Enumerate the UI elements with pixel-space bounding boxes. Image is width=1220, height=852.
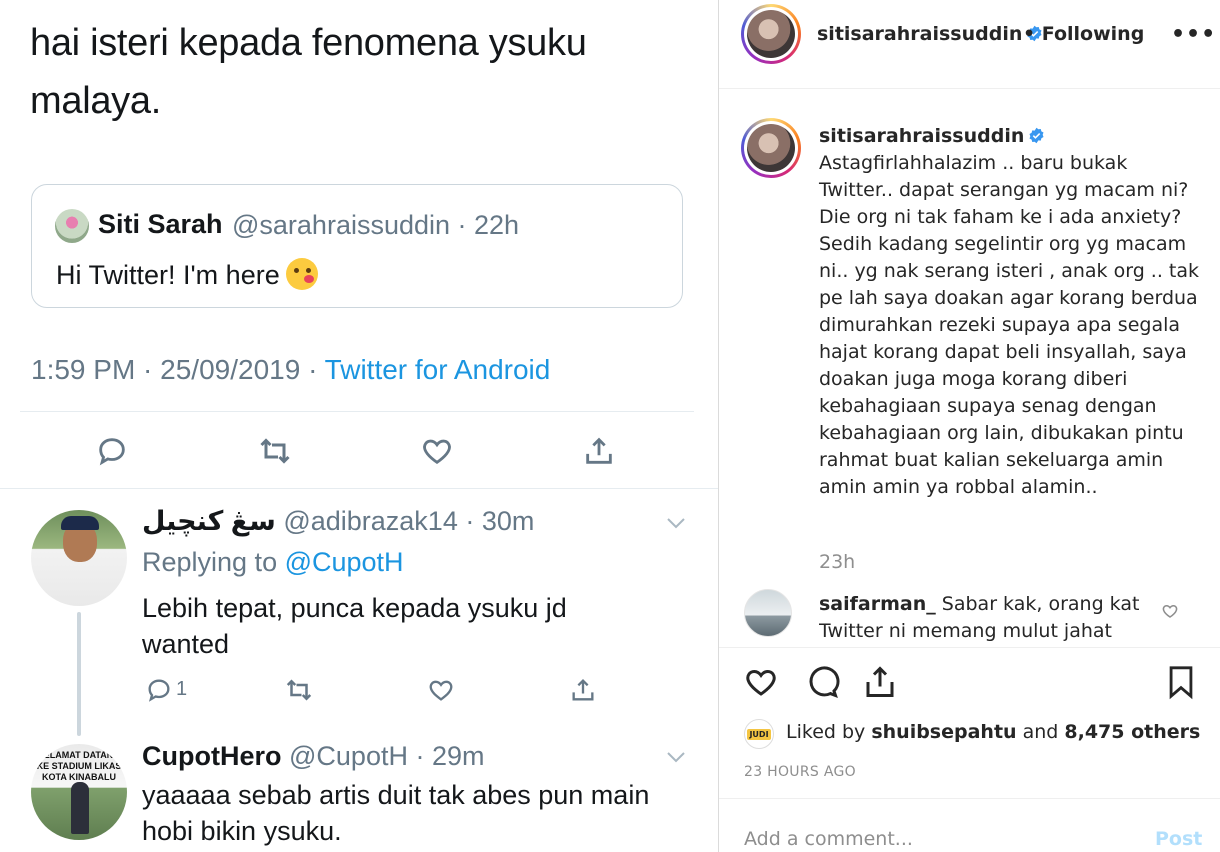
replying-to: Replying to @CupotH bbox=[142, 547, 404, 578]
avatar[interactable]: JUDI bbox=[744, 719, 774, 749]
quoted-avatar[interactable] bbox=[55, 209, 89, 243]
username-text[interactable]: sitisarahraissuddin bbox=[819, 125, 1024, 147]
post-timestamp: 23 HOURS AGO bbox=[744, 764, 856, 780]
divider bbox=[719, 88, 1220, 89]
share-icon bbox=[572, 679, 594, 701]
post-age[interactable]: 23h bbox=[819, 551, 855, 573]
reply-text: Lebih tepat, punca kepada ysuku jd wante… bbox=[142, 590, 692, 662]
avatar-sign-text: SELAMAT DATANG KE STADIUM LIKAS KOTA KIN… bbox=[36, 750, 122, 782]
like-button[interactable] bbox=[741, 662, 781, 702]
tweet-source-link[interactable]: Twitter for Android bbox=[325, 354, 551, 385]
avatar[interactable] bbox=[741, 4, 801, 64]
heart-icon bbox=[746, 669, 776, 696]
reply-button[interactable] bbox=[141, 672, 177, 708]
caption-text: Astagfirlahhalazim .. baru bukak Twitter… bbox=[819, 152, 1200, 498]
heart-icon bbox=[1162, 604, 1178, 618]
header-username[interactable]: sitisarahraissuddin bbox=[817, 23, 1043, 45]
reply-author-name[interactable]: CupotHero bbox=[142, 741, 281, 771]
instagram-panel: sitisarahraissuddin • Following ••• siti… bbox=[718, 0, 1220, 852]
reply-icon bbox=[148, 679, 170, 702]
reply-header: CupotHero @CupotH · 29m bbox=[142, 741, 484, 772]
reply-action-bar: 1 bbox=[0, 672, 718, 708]
comment-button[interactable] bbox=[802, 662, 842, 702]
like-icon bbox=[429, 680, 453, 701]
avatar[interactable] bbox=[741, 118, 801, 178]
retweet-icon bbox=[286, 679, 312, 701]
reply-button[interactable] bbox=[92, 431, 132, 471]
likes-count-link[interactable]: 8,475 others bbox=[1064, 721, 1200, 743]
share-icon bbox=[586, 437, 612, 464]
liked-avatar-label: JUDI bbox=[747, 728, 771, 740]
retweet-button[interactable] bbox=[281, 672, 317, 708]
comment: saifarman_ Sabar kak, orang kat Twitter … bbox=[819, 591, 1149, 645]
more-options-button[interactable] bbox=[664, 515, 688, 531]
avatar[interactable] bbox=[744, 589, 792, 637]
reply-author-name[interactable]: سڠ كنچيل bbox=[142, 506, 276, 536]
send-icon bbox=[866, 666, 894, 697]
reply-text-line: hobi bikin ysuku. bbox=[142, 816, 342, 846]
likes-middle: and bbox=[1016, 721, 1065, 743]
more-options-button[interactable]: ••• bbox=[1171, 22, 1216, 47]
comment-input[interactable]: Add a comment... bbox=[744, 828, 913, 850]
quoted-text-content: Hi Twitter! I'm here bbox=[56, 260, 280, 290]
caption-username[interactable]: sitisarahraissuddin bbox=[819, 125, 1045, 147]
share-button[interactable] bbox=[860, 662, 900, 702]
like-button[interactable] bbox=[423, 672, 459, 708]
comment-username[interactable]: saifarman_ bbox=[819, 593, 936, 615]
mention-link[interactable]: @CupotH bbox=[285, 547, 404, 577]
quoted-tweet-card[interactable]: Siti Sarah @sarahraissuddin · 22h Hi Twi… bbox=[31, 184, 683, 308]
reply-count: 1 bbox=[176, 678, 188, 700]
divider bbox=[20, 411, 694, 412]
share-button[interactable] bbox=[565, 672, 601, 708]
avatar-cap bbox=[61, 516, 99, 530]
avatar[interactable] bbox=[31, 510, 127, 606]
liker-username[interactable]: shuibsepahtu bbox=[871, 721, 1016, 743]
like-button[interactable] bbox=[417, 431, 457, 471]
share-button[interactable] bbox=[579, 431, 619, 471]
tweet-text-line: malaya. bbox=[30, 80, 161, 122]
tweet-text-line: hai isteri kepada fenomena ysuku bbox=[30, 22, 587, 64]
reply-text-line: Lebih tepat, punca kepada ysuku jd bbox=[142, 593, 567, 623]
quoted-handle-time: @sarahraissuddin · 22h bbox=[232, 210, 520, 240]
kissing-emoji-icon bbox=[285, 258, 318, 290]
bookmark-icon bbox=[1169, 666, 1193, 700]
replying-prefix: Replying to bbox=[142, 547, 285, 577]
quoted-tweet-text: Hi Twitter! I'm here bbox=[56, 258, 318, 291]
like-icon bbox=[423, 439, 451, 465]
more-options-button[interactable] bbox=[664, 749, 688, 765]
likes-summary: Liked by shuibsepahtu and 8,475 others bbox=[786, 721, 1200, 743]
chevron-down-icon bbox=[667, 752, 685, 763]
avatar-person bbox=[71, 782, 89, 834]
retweet-button[interactable] bbox=[255, 431, 295, 471]
tweet-text: hai isteri kepada fenomena ysuku malaya. bbox=[30, 14, 670, 130]
divider bbox=[719, 647, 1220, 648]
divider bbox=[719, 798, 1220, 799]
likes-prefix: Liked by bbox=[786, 721, 872, 743]
reply-text: yaaaaa sebab artis duit tak abes pun mai… bbox=[142, 777, 692, 849]
comment-like-button[interactable] bbox=[1161, 602, 1179, 620]
section-divider bbox=[0, 488, 718, 489]
reply-text-line: wanted bbox=[142, 629, 230, 659]
verified-icon bbox=[1029, 127, 1044, 144]
retweet-icon bbox=[260, 438, 290, 464]
reply-handle-time: @adibrazak14 · 30m bbox=[283, 506, 535, 536]
chevron-down-icon bbox=[667, 518, 685, 529]
twitter-panel: hai isteri kepada fenomena ysuku malaya.… bbox=[0, 0, 718, 852]
tweet-timestamp: 1:59 PM · 25/09/2019 · Twitter for Andro… bbox=[31, 354, 550, 386]
reply-icon bbox=[99, 438, 125, 466]
avatar[interactable]: SELAMAT DATANG KE STADIUM LIKAS KOTA KIN… bbox=[31, 744, 127, 840]
reply-text-line: yaaaaa sebab artis duit tak abes pun mai… bbox=[142, 780, 650, 810]
save-button[interactable] bbox=[1161, 662, 1201, 702]
following-button[interactable]: • Following bbox=[1023, 23, 1144, 45]
quoted-author-name[interactable]: Siti Sarah bbox=[98, 209, 223, 240]
post-button[interactable]: Post bbox=[1155, 828, 1202, 850]
reply-handle-time: @CupotH · 29m bbox=[289, 741, 485, 771]
tweet-time: 1:59 PM · 25/09/2019 · bbox=[31, 354, 325, 385]
comment-icon bbox=[809, 666, 840, 699]
username-text[interactable]: sitisarahraissuddin bbox=[817, 23, 1022, 45]
tweet-action-bar bbox=[0, 431, 718, 471]
reply-header: سڠ كنچيل @adibrazak14 · 30m bbox=[142, 506, 534, 537]
